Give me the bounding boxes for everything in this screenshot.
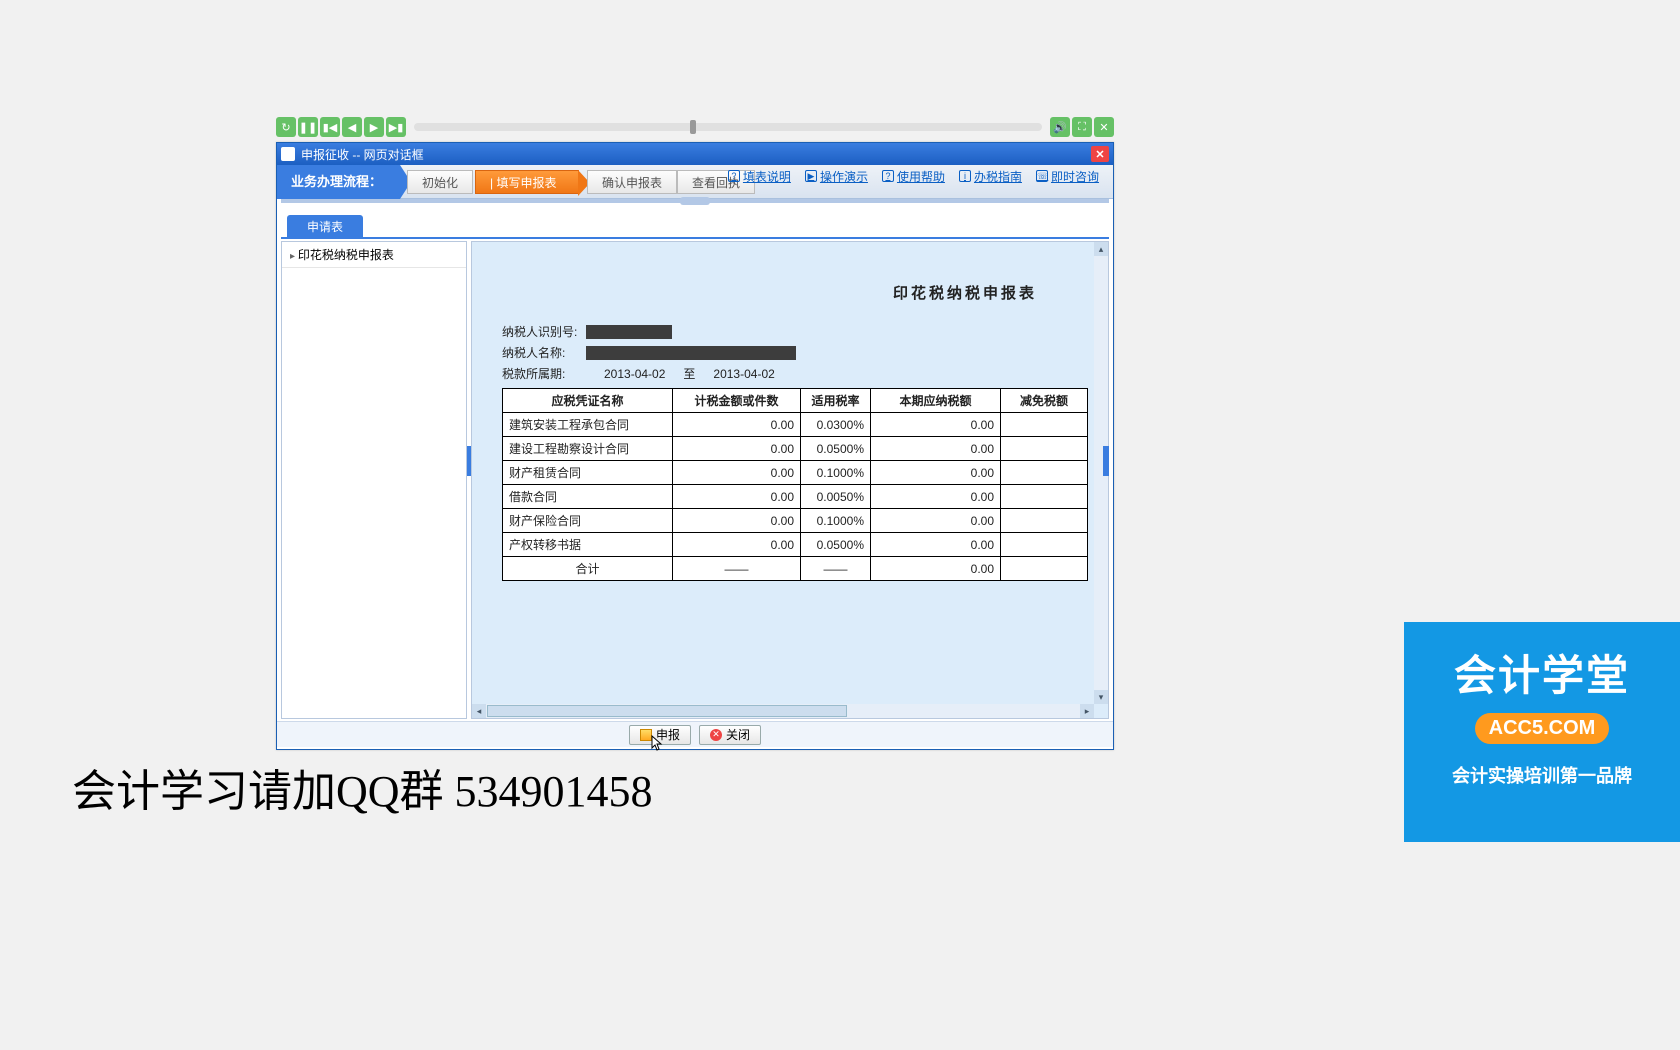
th-tax: 本期应纳税额 (871, 389, 1001, 413)
th-voucher: 应税凭证名称 (503, 389, 673, 413)
period-to: 2013-04-02 (713, 367, 774, 381)
titlebar: 申报征收 -- 网页对话框 ✕ (277, 143, 1113, 165)
player-controls: ↻ ❚❚ ▮◀ ◀ ▶ ▶▮ 🔊 ⛶ ✕ (276, 116, 1114, 138)
submit-button[interactable]: 申报 (629, 725, 691, 745)
tax-table: 应税凭证名称 计税金额或件数 适用税率 本期应纳税额 减免税额 建筑安装工程承包… (502, 388, 1088, 581)
phone-icon: ☏ (1036, 170, 1048, 182)
taxpayer-id-value (586, 325, 672, 339)
player-skip-end[interactable]: ▶▮ (386, 117, 406, 137)
player-prev[interactable]: ◀ (342, 117, 362, 137)
dialog-window: 申报征收 -- 网页对话框 ✕ ?填表说明 ▶操作演示 ?使用帮助 i办税指南 … (276, 142, 1114, 750)
player-close[interactable]: ✕ (1094, 117, 1114, 137)
promo-title: 会计学堂 (1414, 642, 1670, 703)
info-icon: i (959, 170, 971, 182)
link-usage-help[interactable]: ?使用帮助 (882, 168, 945, 185)
player-pause[interactable]: ❚❚ (298, 117, 318, 137)
qq-group-overlay: 会计学习请加QQ群 534901458 (72, 755, 653, 819)
separator-handle[interactable] (680, 197, 710, 205)
tab-row: 申请表 (281, 215, 1109, 239)
taxpayer-id-label: 纳税人识别号: (502, 323, 586, 340)
player-seek-thumb[interactable] (690, 120, 696, 134)
play-icon: ▶ (805, 170, 817, 182)
flow-step-fill-active[interactable]: | 填写申报表 (475, 170, 579, 194)
flow-label: 业务办理流程： (277, 165, 400, 199)
player-skip-start[interactable]: ▮◀ (320, 117, 340, 137)
period-label: 税款所属期: (502, 365, 586, 382)
promo-slogan: 会计实操培训第一品牌 (1414, 762, 1670, 788)
scroll-left-icon[interactable]: ◂ (472, 704, 486, 718)
help-icon: ? (728, 170, 740, 182)
promo-url: ACC5.COM (1475, 713, 1610, 744)
tab-application-form[interactable]: 申请表 (287, 215, 363, 239)
scroll-down-icon[interactable]: ▾ (1094, 690, 1108, 704)
close-icon: ✕ (710, 729, 722, 741)
window-close-button[interactable]: ✕ (1091, 146, 1109, 162)
table-row: 建设工程勘察设计合同0.000.0500%0.00 (503, 437, 1088, 461)
left-tree-pane: 印花税纳税申报表 (281, 241, 467, 719)
promo-badge: 会计学堂 ACC5.COM 会计实操培训第一品牌 (1404, 622, 1680, 842)
right-resize-handle[interactable] (1103, 446, 1109, 476)
th-rate: 适用税率 (801, 389, 871, 413)
close-button[interactable]: ✕关闭 (699, 725, 761, 745)
player-reload[interactable]: ↻ (276, 117, 296, 137)
stamp-tax-form: 印花税纳税申报表 纳税人识别号: 纳税人名称: 税款所属期: 2013-04-0… (502, 252, 1088, 581)
th-exempt: 减免税额 (1001, 389, 1088, 413)
form-title: 印花税纳税申报表 (502, 282, 1088, 303)
link-fill-instructions[interactable]: ?填表说明 (728, 168, 791, 185)
tree-item-stamp-tax[interactable]: 印花税纳税申报表 (282, 242, 466, 268)
link-consult[interactable]: ☏即时咨询 (1036, 168, 1099, 185)
table-row: 产权转移书据0.000.0500%0.00 (503, 533, 1088, 557)
flow-step-init[interactable]: 初始化 (407, 170, 473, 194)
scroll-right-icon[interactable]: ▸ (1080, 704, 1094, 718)
link-tax-guide[interactable]: i办税指南 (959, 168, 1022, 185)
player-seek-track[interactable] (414, 123, 1042, 131)
form-pane: 印花税纳税申报表 纳税人识别号: 纳税人名称: 税款所属期: 2013-04-0… (471, 241, 1109, 719)
window-title: 申报征收 -- 网页对话框 (301, 146, 424, 163)
taxpayer-name-label: 纳税人名称: (502, 344, 586, 361)
player-volume[interactable]: 🔊 (1050, 117, 1070, 137)
player-fullscreen[interactable]: ⛶ (1072, 117, 1092, 137)
document-icon (640, 729, 652, 741)
link-demo[interactable]: ▶操作演示 (805, 168, 868, 185)
horizontal-scrollbar[interactable]: ◂ ▸ (472, 704, 1094, 718)
table-total-row: 合计————0.00 (503, 557, 1088, 581)
th-amount: 计税金额或件数 (673, 389, 801, 413)
player-next[interactable]: ▶ (364, 117, 384, 137)
taxpayer-name-value (586, 346, 796, 360)
scroll-up-icon[interactable]: ▴ (1094, 242, 1108, 256)
flow-step-confirm[interactable]: 确认申报表 (587, 170, 677, 194)
separator (281, 199, 1109, 203)
period-from: 2013-04-02 (604, 367, 665, 381)
table-row: 财产保险合同0.000.1000%0.00 (503, 509, 1088, 533)
question-icon: ? (882, 170, 894, 182)
period-sep: 至 (683, 365, 695, 382)
table-row: 借款合同0.000.0050%0.00 (503, 485, 1088, 509)
table-header-row: 应税凭证名称 计税金额或件数 适用税率 本期应纳税额 减免税额 (503, 389, 1088, 413)
window-icon (281, 147, 295, 161)
table-row: 财产租赁合同0.000.1000%0.00 (503, 461, 1088, 485)
table-row: 建筑安装工程承包合同0.000.0300%0.00 (503, 413, 1088, 437)
help-link-bar: ?填表说明 ▶操作演示 ?使用帮助 i办税指南 ☏即时咨询 (714, 165, 1113, 187)
bottom-button-bar: 申报 ✕关闭 (277, 721, 1113, 747)
h-scroll-thumb[interactable] (487, 705, 847, 717)
